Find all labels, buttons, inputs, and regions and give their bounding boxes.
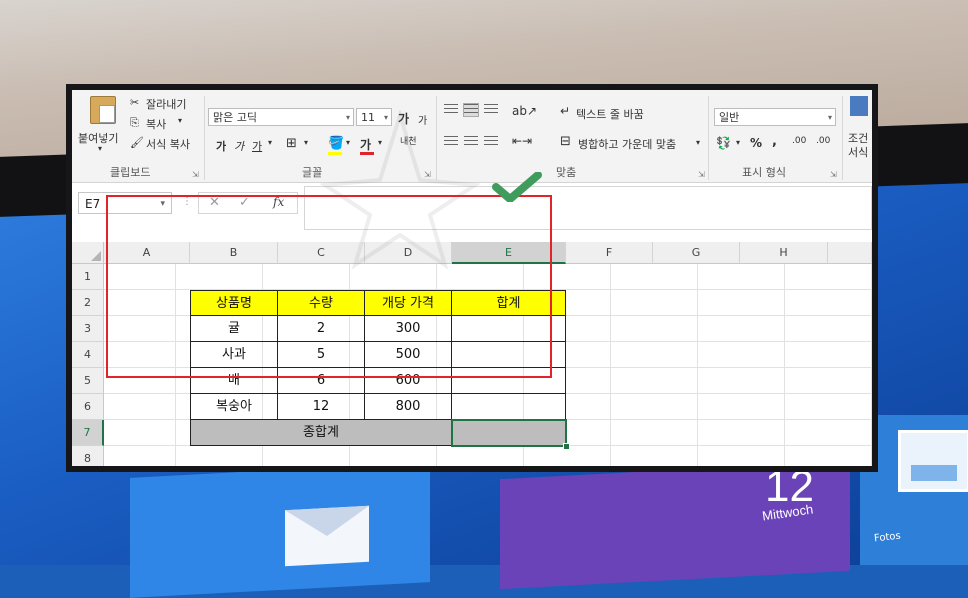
font-name-value: 맑은 고딕	[213, 111, 257, 124]
cell-e6[interactable]	[452, 394, 566, 420]
column-header-g[interactable]: G	[653, 242, 740, 264]
decrease-decimal-button[interactable]: .00	[816, 136, 830, 146]
accounting-dropdown-icon[interactable]: ▾	[736, 138, 740, 147]
cell-b7-merged[interactable]: 종합계	[190, 420, 452, 446]
cell-c6[interactable]: 12	[278, 394, 365, 420]
cut-icon[interactable]: ✂	[130, 96, 139, 109]
increase-decimal-button[interactable]: .00	[792, 136, 806, 146]
column-header-blank	[828, 242, 872, 264]
number-launcher-icon[interactable]: ⇲	[830, 170, 837, 179]
copy-icon[interactable]: ⎘	[130, 116, 139, 130]
underline-dropdown-icon[interactable]: ▾	[268, 138, 272, 147]
align-right-icon[interactable]	[484, 136, 498, 148]
row-header-8[interactable]: 8	[72, 446, 104, 466]
paste-icon[interactable]	[90, 96, 116, 124]
bold-button[interactable]: 가	[216, 138, 226, 154]
number-format-select[interactable]: 일반 ▾	[714, 108, 836, 126]
conditional-format-button-line2[interactable]: 서식	[848, 144, 868, 160]
percent-button[interactable]: %	[750, 136, 762, 150]
check-icon	[492, 172, 542, 202]
borders-icon[interactable]: ⊞	[286, 136, 297, 151]
orientation-icon[interactable]: ab↗	[512, 104, 537, 118]
column-header-h[interactable]: H	[740, 242, 828, 264]
paste-dropdown-icon[interactable]: ▾	[98, 144, 102, 153]
alignment-group-label: 맞춤	[556, 166, 577, 179]
highlight-box	[106, 195, 552, 378]
row-header-4[interactable]: 4	[72, 342, 104, 368]
format-painter-button[interactable]: 서식 복사	[146, 136, 190, 152]
name-box-value: E7	[85, 197, 101, 211]
row-header-7[interactable]: 7	[72, 420, 104, 446]
photos-icon	[898, 430, 968, 492]
clipboard-launcher-icon[interactable]: ⇲	[192, 170, 199, 179]
merge-center-icon[interactable]: ⊟	[560, 134, 571, 149]
copy-button[interactable]: 복사	[146, 116, 166, 132]
number-group-label: 표시 형식	[742, 166, 786, 179]
ribbon-separator	[842, 96, 843, 180]
mail-tile[interactable]	[130, 462, 430, 598]
format-painter-icon[interactable]: 🖌	[130, 136, 144, 149]
merge-dropdown-icon[interactable]: ▾	[696, 138, 700, 147]
cell-d6[interactable]: 800	[365, 394, 452, 420]
alignment-launcher-icon[interactable]: ⇲	[698, 170, 705, 179]
underline-button[interactable]: 가	[252, 138, 262, 154]
row-header-2[interactable]: 2	[72, 290, 104, 316]
comma-button[interactable]: ,	[772, 134, 777, 149]
cell-b6[interactable]: 복숭아	[190, 394, 278, 420]
select-all-button[interactable]	[72, 242, 104, 264]
wrap-text-button[interactable]: 텍스트 줄 바꿈	[576, 106, 644, 122]
accounting-icon[interactable]: 💱	[716, 136, 731, 150]
merge-center-button[interactable]: 병합하고 가운데 맞춤	[578, 136, 676, 152]
fill-handle[interactable]	[563, 443, 570, 450]
indent-icon[interactable]: ⇤⇥	[512, 134, 532, 148]
number-format-value: 일반	[719, 111, 740, 124]
italic-button[interactable]: 가	[234, 138, 244, 154]
borders-dropdown-icon[interactable]: ▾	[304, 138, 308, 147]
wrap-text-icon[interactable]: ↵	[560, 104, 570, 118]
column-header-f[interactable]: F	[566, 242, 653, 264]
row-header-6[interactable]: 6	[72, 394, 104, 420]
ribbon-separator	[708, 96, 709, 180]
copy-dropdown-icon[interactable]: ▾	[178, 116, 182, 125]
chevron-down-icon: ▾	[827, 113, 832, 122]
row-header-3[interactable]: 3	[72, 316, 104, 342]
ribbon-separator	[204, 96, 205, 180]
row-header-5[interactable]: 5	[72, 368, 104, 394]
align-bottom-icon[interactable]	[484, 104, 498, 116]
conditional-format-icon[interactable]	[850, 96, 868, 116]
clipboard-group-label: 클립보드	[110, 166, 151, 179]
active-cell-border	[451, 419, 567, 447]
mail-icon	[285, 505, 369, 567]
row-header-1[interactable]: 1	[72, 264, 104, 290]
cut-button[interactable]: 잘라내기	[146, 96, 186, 112]
